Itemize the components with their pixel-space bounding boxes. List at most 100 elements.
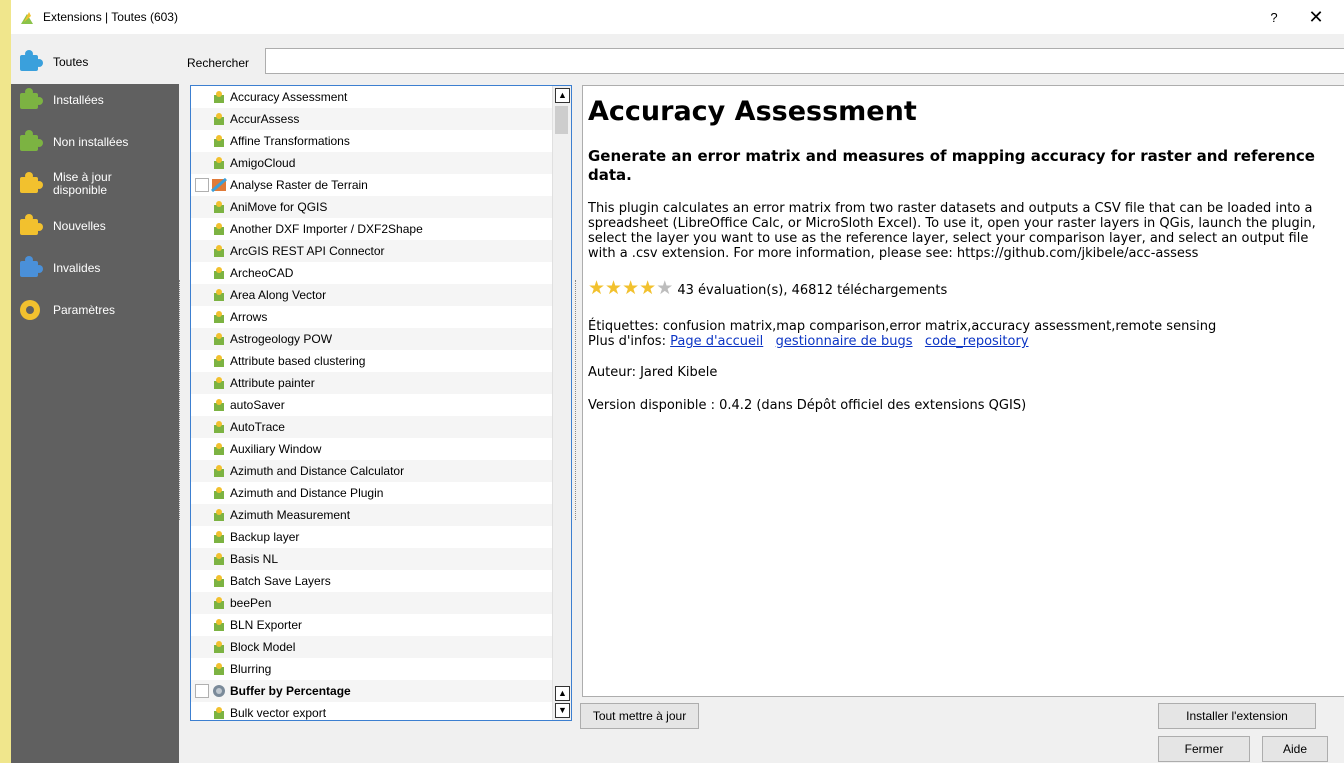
- sidebar-item-label: Toutes: [53, 55, 89, 69]
- puzzle-icon: [214, 201, 224, 213]
- scroll-up-icon[interactable]: ▲: [555, 88, 570, 103]
- list-item-label: Area Along Vector: [230, 288, 327, 302]
- sidebar-item-6[interactable]: Paramètres: [11, 292, 179, 330]
- puzzle-all-icon: [20, 50, 43, 71]
- list-item[interactable]: Azimuth Measurement: [191, 504, 553, 526]
- list-item[interactable]: Backup layer: [191, 526, 553, 548]
- plugin-details: Accuracy Assessment Generate an error ma…: [582, 85, 1344, 697]
- code-repository-link[interactable]: code_repository: [925, 334, 1029, 349]
- sidebar-item-0[interactable]: Toutes: [11, 44, 179, 84]
- star-icon: ★: [639, 277, 657, 299]
- plugin-rating: ★★★★★ 43 évaluation(s), 46812 télécharge…: [588, 277, 1344, 299]
- list-item[interactable]: Azimuth and Distance Plugin: [191, 482, 553, 504]
- puzzle-icon: [214, 289, 224, 301]
- tags-line: Étiquettes: confusion matrix,map compari…: [588, 319, 1217, 334]
- gear-icon: [20, 300, 40, 320]
- puzzle-new-icon: [20, 214, 43, 235]
- sidebar-item-5[interactable]: Invalides: [11, 250, 179, 288]
- list-item[interactable]: Basis NL: [191, 548, 553, 570]
- list-item[interactable]: Astrogeology POW: [191, 328, 553, 350]
- help-title-button[interactable]: ?: [1259, 8, 1289, 28]
- puzzle-icon: [214, 245, 224, 257]
- sidebar-item-4[interactable]: Nouvelles: [11, 208, 179, 246]
- puzzle-icon: [214, 465, 224, 477]
- list-item[interactable]: Bulk vector export: [191, 702, 553, 720]
- more-info-line: Plus d'infos: Page d'accueil gestionnair…: [588, 334, 1344, 349]
- list-item[interactable]: AccurAssess: [191, 108, 553, 130]
- search-input[interactable]: [265, 48, 1344, 74]
- list-item[interactable]: Another DXF Importer / DXF2Shape: [191, 218, 553, 240]
- puzzle-icon: [214, 575, 224, 587]
- list-item[interactable]: Azimuth and Distance Calculator: [191, 460, 553, 482]
- homepage-link[interactable]: Page d'accueil: [670, 334, 763, 349]
- bug-tracker-link[interactable]: gestionnaire de bugs: [776, 334, 913, 349]
- scroll-up-icon[interactable]: ▲: [555, 686, 570, 701]
- plugin-checkbox[interactable]: [195, 684, 209, 698]
- puzzle-update-icon: [20, 172, 43, 193]
- scroll-down-icon[interactable]: ▼: [555, 703, 570, 718]
- background-strip: [0, 0, 11, 763]
- star-icon: ★: [605, 277, 623, 299]
- list-item-label: Arrows: [230, 310, 268, 324]
- list-item[interactable]: Attribute based clustering: [191, 350, 553, 372]
- splitter-handle[interactable]: [575, 280, 580, 520]
- more-info-label: Plus d'infos:: [588, 334, 666, 349]
- list-item-label: Attribute based clustering: [230, 354, 366, 368]
- puzzle-icon: [214, 597, 224, 609]
- list-item[interactable]: Auxiliary Window: [191, 438, 553, 460]
- title-bar: Extensions | Toutes (603) ? ✕: [11, 0, 1344, 34]
- plugin-author: Auteur: Jared Kibele: [588, 365, 718, 380]
- list-item[interactable]: autoSaver: [191, 394, 553, 416]
- list-item[interactable]: AutoTrace: [191, 416, 553, 438]
- star-icon: ★: [588, 277, 606, 299]
- close-window-button[interactable]: ✕: [1301, 6, 1331, 28]
- list-item-label: Analyse Raster de Terrain: [230, 178, 368, 192]
- upgrade-all-button[interactable]: Tout mettre à jour: [580, 703, 699, 729]
- list-item[interactable]: Block Model: [191, 636, 553, 658]
- list-item[interactable]: ArcGIS REST API Connector: [191, 240, 553, 262]
- puzzle-icon: [214, 311, 224, 323]
- plugin-description: This plugin calculates an error matrix f…: [588, 201, 1316, 261]
- scroll-thumb[interactable]: [555, 106, 568, 134]
- list-item[interactable]: Batch Save Layers: [191, 570, 553, 592]
- list-item[interactable]: AmigoCloud: [191, 152, 553, 174]
- plugin-checkbox[interactable]: [195, 178, 209, 192]
- puzzle-icon: [214, 443, 224, 455]
- list-item[interactable]: Area Along Vector: [191, 284, 553, 306]
- close-button[interactable]: Fermer: [1158, 736, 1250, 762]
- sidebar-item-label: Paramètres: [53, 303, 116, 317]
- puzzle-icon: [214, 113, 224, 125]
- puzzle-icon: [214, 531, 224, 543]
- sidebar-item-label: Non installées: [53, 135, 129, 149]
- list-item-label: Accuracy Assessment: [230, 90, 348, 104]
- list-item-label: AutoTrace: [230, 420, 285, 434]
- splitter-handle[interactable]: [179, 280, 186, 520]
- list-item-label: ArcheoCAD: [230, 266, 294, 280]
- list-item[interactable]: Analyse Raster de Terrain: [191, 174, 553, 196]
- list-item[interactable]: Attribute painter: [191, 372, 553, 394]
- list-item[interactable]: Blurring: [191, 658, 553, 680]
- puzzle-icon: [214, 509, 224, 521]
- list-scrollbar[interactable]: ▲ ▲ ▼: [552, 86, 571, 720]
- list-item[interactable]: beePen: [191, 592, 553, 614]
- star-icon: ★: [622, 277, 640, 299]
- list-item-label: beePen: [230, 596, 272, 610]
- puzzle-icon: [214, 135, 224, 147]
- list-item[interactable]: AniMove for QGIS: [191, 196, 553, 218]
- list-item[interactable]: Arrows: [191, 306, 553, 328]
- sidebar-item-3[interactable]: Mise à jour disponible: [11, 166, 179, 204]
- buffer-icon: [213, 685, 225, 697]
- list-item[interactable]: Affine Transformations: [191, 130, 553, 152]
- puzzle-icon: [214, 399, 224, 411]
- rating-text: 43 évaluation(s), 46812 téléchargements: [677, 283, 948, 298]
- sidebar-item-1[interactable]: Installées: [11, 82, 179, 120]
- help-button[interactable]: Aide: [1262, 736, 1328, 762]
- window-title: Extensions | Toutes (603): [43, 10, 178, 24]
- list-item[interactable]: BLN Exporter: [191, 614, 553, 636]
- puzzle-icon: [214, 157, 224, 169]
- list-item[interactable]: ArcheoCAD: [191, 262, 553, 284]
- list-item[interactable]: Buffer by Percentage: [191, 680, 553, 702]
- sidebar-item-2[interactable]: Non installées: [11, 124, 179, 162]
- list-item[interactable]: Accuracy Assessment: [191, 86, 553, 108]
- install-plugin-button[interactable]: Installer l'extension: [1158, 703, 1316, 729]
